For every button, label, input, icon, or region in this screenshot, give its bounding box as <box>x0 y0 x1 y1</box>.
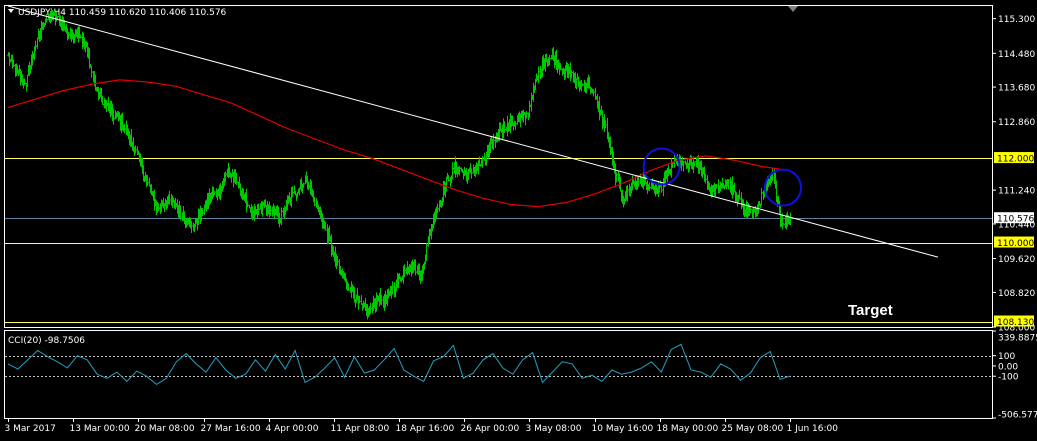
dropdown-triangle-icon[interactable] <box>8 9 14 13</box>
price-tick-label-7: 108.820 <box>998 289 1035 299</box>
moving-average-line <box>7 79 791 208</box>
time-tick-label-6: 18 Apr 16:00 <box>396 424 455 434</box>
time-tick-label-0: 3 Mar 2017 <box>5 424 56 434</box>
price-axis: 115.300114.480113.680112.860111.240110.4… <box>992 15 1035 334</box>
trendline[interactable] <box>7 5 939 258</box>
time-tick-label-10: 18 May 00:00 <box>657 424 719 434</box>
time-tick-label-12: 1 Jun 16:00 <box>787 424 839 434</box>
price-tick-label-1: 114.480 <box>998 50 1035 60</box>
price-tick-label-2: 113.680 <box>998 84 1035 94</box>
candlesticks <box>7 7 792 320</box>
main-chart-frame <box>4 5 993 328</box>
price-tag-label-1: 110.000 <box>997 239 1034 249</box>
price-tick-label-4: 111.240 <box>998 187 1035 197</box>
cci-tick-label-4: -506.5772 <box>998 411 1037 421</box>
cci-header: CCI(20) -98.7506 <box>8 336 85 346</box>
shift-marker-icon[interactable] <box>788 6 798 12</box>
cci-tick-label-3: -100 <box>998 373 1019 383</box>
horizontal-lines <box>5 158 992 323</box>
time-tick-label-11: 25 May 08:00 <box>722 424 784 434</box>
time-tick-label-2: 20 Mar 08:00 <box>135 424 195 434</box>
cci-indicator <box>5 343 992 386</box>
time-tick-label-1: 13 Mar 00:00 <box>70 424 130 434</box>
price-tick-label-6: 109.620 <box>998 255 1035 265</box>
time-tick-label-7: 26 Apr 00:00 <box>461 424 520 434</box>
time-axis: 3 Mar 2017 13 Mar 00:00 20 Mar 08:00 27 Mar… <box>5 418 839 434</box>
cci-panel-frame <box>4 330 993 419</box>
moving-average <box>7 79 791 208</box>
cci-tick-label-0: 339.8875 <box>998 334 1037 344</box>
target-annotation: Target <box>848 302 893 319</box>
price-tag-label-2: 108.130 <box>997 318 1034 328</box>
trendline-segment <box>7 5 939 258</box>
cci-tick-label-1: 100 <box>998 352 1015 362</box>
target-annotation-group: Target <box>848 302 893 319</box>
cci-line <box>7 343 791 386</box>
time-tick-label-3: 27 Mar 16:00 <box>201 424 261 434</box>
circle-marker-1 <box>764 168 802 207</box>
current-price-tag-label: 110.576 <box>997 215 1034 225</box>
time-tick-label-8: 3 May 08:00 <box>526 424 582 434</box>
price-tick-label-3: 112.860 <box>998 118 1035 128</box>
chart-canvas[interactable]: USDJPY,H4 110.459 110.620 110.406 110.57… <box>0 0 1037 441</box>
time-tick-label-5: 11 Apr 08:00 <box>331 424 390 434</box>
time-tick-label-9: 10 May 16:00 <box>592 424 654 434</box>
price-tick-label-0: 115.300 <box>998 15 1035 25</box>
cci-tick-label-2: 0.00 <box>998 362 1018 372</box>
time-tick-label-4: 4 Apr 00:00 <box>266 424 319 434</box>
cci-axis: 339.8875 1000.00-100 -506.5772 <box>992 330 1037 421</box>
price-tags: 112.000 110.000 108.130 110.576 <box>994 152 1034 328</box>
price-tag-label-0: 112.000 <box>997 155 1034 165</box>
